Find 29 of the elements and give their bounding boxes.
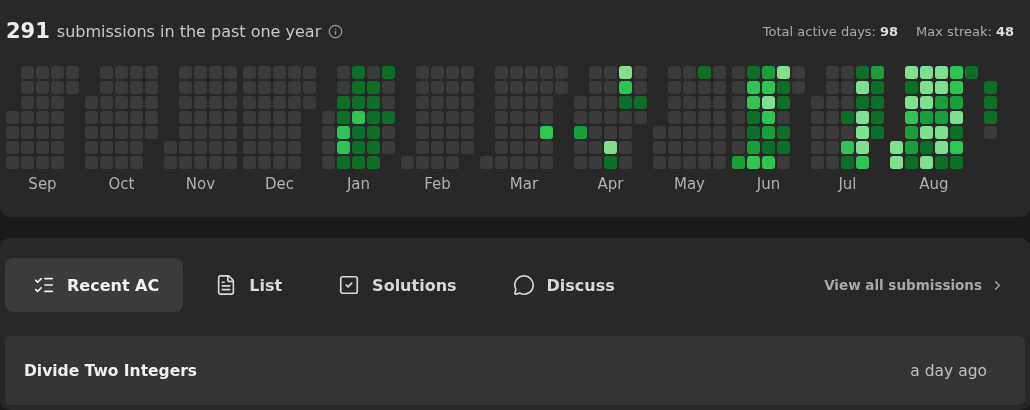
info-icon[interactable]	[328, 23, 344, 39]
month-label: Apr	[597, 175, 624, 193]
stat-value: 98	[880, 23, 899, 39]
month-label: Oct	[108, 175, 135, 193]
tab[interactable]: List	[187, 258, 307, 312]
stat-value: 48	[995, 23, 1014, 39]
tab[interactable]: Solutions	[310, 258, 481, 312]
month-label: Jun	[756, 175, 781, 193]
month-label: Aug	[919, 175, 949, 193]
month-label: Jan	[346, 175, 371, 193]
problem-title: Divide Two Integers	[24, 361, 198, 380]
month-label: Mar	[509, 175, 539, 193]
tab[interactable]: Discuss	[484, 258, 639, 312]
month-label: Sep	[28, 175, 57, 193]
checkbox-icon	[338, 274, 361, 296]
month-label: Nov	[185, 175, 216, 193]
heatmap-caption: submissions in the past one year	[56, 21, 322, 41]
chat-bubble-icon	[512, 274, 535, 296]
submission-count: 291	[6, 19, 50, 43]
month-label: Jul	[838, 175, 857, 193]
submission-row[interactable]: Divide Two Integers a day ago	[5, 336, 1025, 405]
tab[interactable]: Recent AC	[5, 258, 184, 312]
submission-time: a day ago	[910, 361, 987, 380]
month-label: Feb	[424, 175, 451, 193]
month-label: Dec	[265, 175, 294, 193]
month-label: May	[674, 175, 705, 193]
view-all-link[interactable]: View all submissions	[824, 277, 1005, 293]
stat-label: Max streak:	[916, 23, 992, 39]
stat-label: Total active days:	[762, 23, 876, 39]
